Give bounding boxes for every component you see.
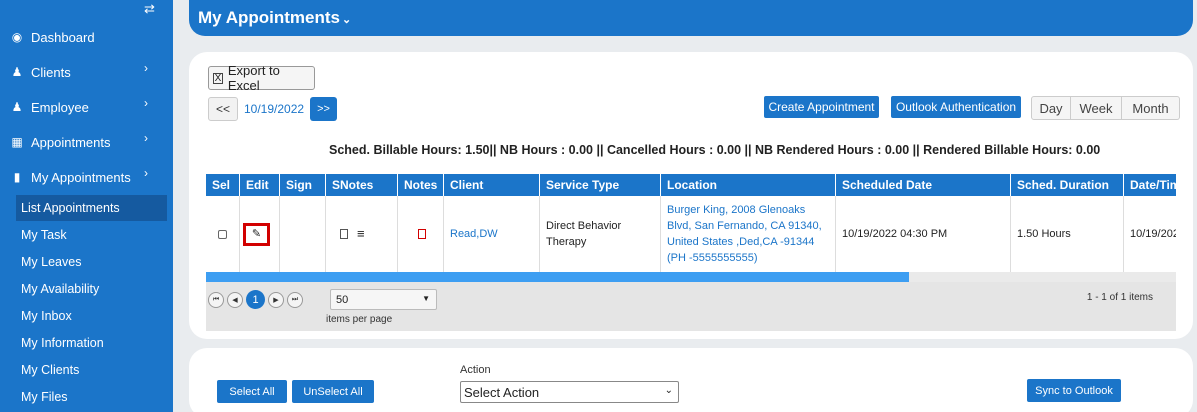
horizontal-scrollbar[interactable] bbox=[206, 272, 1176, 282]
sidebar-item-clients[interactable]: ♟ Clients › bbox=[0, 57, 173, 87]
sidebar-item-dashboard[interactable]: ◉ Dashboard bbox=[0, 22, 173, 52]
action-select[interactable]: Select Action ⌄ bbox=[460, 381, 679, 403]
page-header: My Appointments ⌄ bbox=[189, 0, 1193, 36]
sidebar-subitem-my-inbox[interactable]: My Inbox bbox=[16, 303, 167, 329]
unselect-all-button[interactable]: UnSelect All bbox=[292, 380, 374, 403]
sidebar-subitem-my-files[interactable]: My Files bbox=[16, 384, 167, 410]
cell-edit: ✎ bbox=[240, 196, 280, 272]
document-icon[interactable] bbox=[340, 229, 348, 239]
view-toggle-group: Day Week Month bbox=[1031, 96, 1180, 120]
sidebar-item-label: Employee bbox=[31, 99, 89, 115]
prev-page-icon[interactable]: ◀ bbox=[227, 291, 243, 308]
sidebar-subitem-list-appointments[interactable]: List Appointments bbox=[16, 195, 167, 221]
next-page-icon[interactable]: ▶ bbox=[268, 291, 284, 308]
dashboard-icon: ◉ bbox=[11, 30, 23, 44]
chevron-down-icon[interactable]: ⌄ bbox=[342, 13, 351, 26]
pager: ⏮ ◀ 1 ▶ ⏭ bbox=[208, 290, 306, 309]
first-page-icon[interactable]: ⏮ bbox=[208, 291, 224, 308]
sidebar-item-label: Appointments bbox=[31, 134, 111, 150]
action-select-value: Select Action bbox=[464, 384, 540, 400]
current-page-button[interactable]: 1 bbox=[246, 290, 265, 309]
page-size-select[interactable]: 50 ▼ bbox=[330, 289, 437, 310]
excel-icon: X bbox=[213, 72, 223, 84]
chevron-right-icon: › bbox=[144, 166, 148, 180]
sync-outlook-button[interactable]: Sync to Outlook bbox=[1027, 379, 1121, 402]
grid-header: Sel Edit Sign SNotes Notes Client Servic… bbox=[206, 174, 1176, 196]
sidebar-subitem-my-task[interactable]: My Task bbox=[16, 222, 167, 248]
row-select-checkbox[interactable] bbox=[218, 229, 227, 239]
cell-service-type: Direct Behavior Therapy bbox=[540, 196, 661, 272]
outlook-authentication-button[interactable]: Outlook Authentication bbox=[891, 96, 1021, 118]
location-link[interactable]: Burger King, 2008 Glenoaks Blvd, San Fer… bbox=[667, 202, 829, 266]
sidebar-item-appointments[interactable]: ▦ Appointments › bbox=[0, 127, 173, 157]
cell-sched-duration: 1.50 Hours bbox=[1011, 196, 1124, 272]
client-link[interactable]: Read,DW bbox=[450, 226, 498, 242]
sidebar-item-employee[interactable]: ♟ Employee › bbox=[0, 92, 173, 122]
notes-document-icon[interactable] bbox=[418, 229, 426, 239]
appointments-panel: X Export to Excel << 10/19/2022 >> Creat… bbox=[189, 52, 1193, 339]
column-header-edit[interactable]: Edit bbox=[240, 174, 280, 196]
sidebar-subitem-my-clients[interactable]: My Clients bbox=[16, 357, 167, 383]
last-page-icon[interactable]: ⏭ bbox=[287, 291, 303, 308]
items-per-page-label: items per page bbox=[326, 314, 393, 325]
chevron-down-icon: ⌄ bbox=[664, 385, 673, 396]
next-date-button[interactable]: >> bbox=[310, 97, 337, 121]
sidebar-item-label: Clients bbox=[31, 64, 71, 80]
chevron-right-icon: › bbox=[144, 131, 148, 145]
users-icon: ♟ bbox=[11, 100, 23, 114]
sidebar-subitem-my-information[interactable]: My Information bbox=[16, 330, 167, 356]
sidebar-item-label: Dashboard bbox=[31, 29, 95, 45]
view-week-button[interactable]: Week bbox=[1071, 96, 1122, 120]
book-icon: ▮ bbox=[13, 170, 21, 184]
cell-snotes: ≡ bbox=[326, 196, 398, 272]
chevron-right-icon: › bbox=[144, 61, 148, 75]
column-header-snotes[interactable]: SNotes bbox=[326, 174, 398, 196]
hours-summary: Sched. Billable Hours: 1.50|| NB Hours :… bbox=[329, 143, 1101, 157]
column-header-scheduled-date[interactable]: Scheduled Date bbox=[836, 174, 1011, 196]
sidebar: ⇄ ◉ Dashboard ♟ Clients › ♟ Employee › ▦… bbox=[0, 0, 173, 412]
cell-scheduled-date: 10/19/2022 04:30 PM bbox=[836, 196, 1011, 272]
cell-date-time: 10/19/202 bbox=[1130, 228, 1176, 240]
page-size-value: 50 bbox=[336, 293, 349, 306]
cell-sel bbox=[206, 196, 240, 272]
sidebar-subitem-my-availability[interactable]: My Availability bbox=[16, 276, 167, 302]
cell-notes bbox=[398, 196, 444, 272]
sidebar-item-label: My Appointments bbox=[31, 169, 131, 185]
column-header-date-time[interactable]: Date/Tim bbox=[1124, 174, 1176, 196]
column-header-location[interactable]: Location bbox=[661, 174, 836, 196]
action-label: Action bbox=[460, 364, 491, 376]
cell-location: Burger King, 2008 Glenoaks Blvd, San Fer… bbox=[661, 196, 836, 272]
sidebar-subitem-my-leaves[interactable]: My Leaves bbox=[16, 249, 167, 275]
current-date: 10/19/2022 bbox=[244, 102, 305, 116]
prev-date-button[interactable]: << bbox=[208, 97, 238, 121]
scrollbar-thumb[interactable] bbox=[206, 272, 910, 282]
actions-panel: Select All UnSelect All Action Select Ac… bbox=[189, 348, 1193, 412]
user-icon: ♟ bbox=[11, 65, 23, 79]
view-day-button[interactable]: Day bbox=[1031, 96, 1071, 120]
chevron-down-icon: ▼ bbox=[422, 294, 430, 303]
page-title[interactable]: My Appointments bbox=[198, 8, 340, 28]
column-header-service-type[interactable]: Service Type bbox=[540, 174, 661, 196]
table-row: ✎ ≡ Read,DW Direct Behavior Therapy Burg… bbox=[206, 196, 1176, 272]
export-excel-label: Export to Excel bbox=[227, 63, 280, 93]
cell-sign bbox=[280, 196, 326, 272]
sidebar-toggle-icon[interactable]: ⇄ bbox=[144, 1, 155, 17]
export-excel-button[interactable]: X Export to Excel bbox=[208, 63, 315, 93]
appointments-grid: Sel Edit Sign SNotes Notes Client Servic… bbox=[206, 174, 1176, 331]
items-count: 1 - 1 of 1 items bbox=[1086, 292, 1153, 303]
edit-pencil-icon[interactable]: ✎ bbox=[243, 222, 270, 246]
column-header-sign[interactable]: Sign bbox=[280, 174, 326, 196]
column-header-sched-duration[interactable]: Sched. Duration bbox=[1011, 174, 1124, 196]
sidebar-item-my-appointments[interactable]: ▮ My Appointments › bbox=[0, 162, 173, 192]
cell-client: Read,DW bbox=[444, 196, 540, 272]
column-header-notes[interactable]: Notes bbox=[398, 174, 444, 196]
select-all-button[interactable]: Select All bbox=[217, 380, 287, 403]
chevron-right-icon: › bbox=[144, 96, 148, 110]
column-header-sel[interactable]: Sel bbox=[206, 174, 240, 196]
column-header-client[interactable]: Client bbox=[444, 174, 540, 196]
calendar-icon: ▦ bbox=[11, 135, 23, 149]
create-appointment-button[interactable]: Create Appointment bbox=[764, 96, 879, 118]
view-month-button[interactable]: Month bbox=[1122, 96, 1180, 120]
menu-lines-icon[interactable]: ≡ bbox=[357, 226, 365, 242]
